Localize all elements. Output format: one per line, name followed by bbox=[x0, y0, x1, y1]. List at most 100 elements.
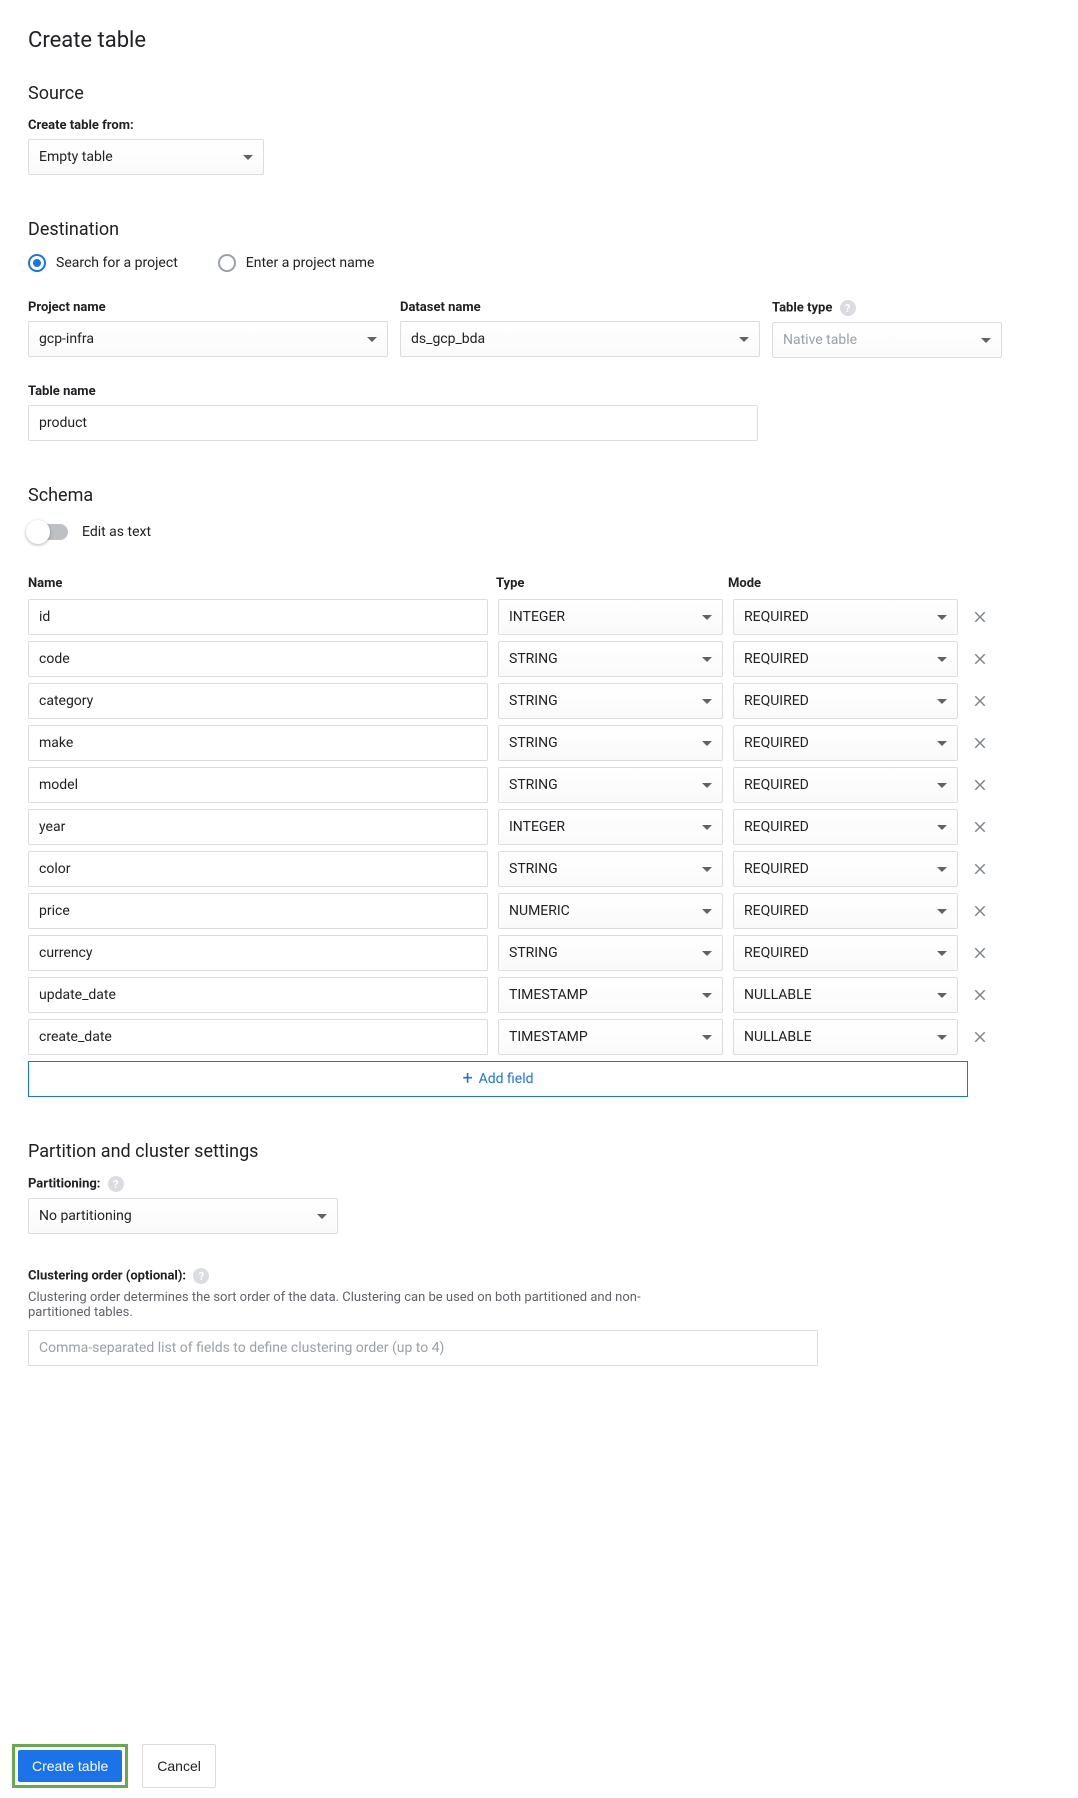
remove-field-button[interactable] bbox=[968, 731, 992, 755]
field-type-select[interactable]: STRING bbox=[498, 641, 723, 677]
help-icon[interactable]: ? bbox=[108, 1176, 124, 1192]
field-mode-select[interactable]: REQUIRED bbox=[733, 641, 958, 677]
field-mode-select[interactable]: NULLABLE bbox=[733, 977, 958, 1013]
table-type-value: Native table bbox=[783, 332, 857, 348]
table-type-label-text: Table type bbox=[772, 301, 832, 316]
close-icon bbox=[971, 608, 989, 626]
edit-as-text-toggle[interactable] bbox=[28, 524, 68, 540]
field-name-input[interactable]: color bbox=[28, 851, 488, 887]
field-mode-value: REQUIRED bbox=[744, 945, 809, 961]
schema-col-mode: Mode bbox=[728, 576, 960, 591]
schema-field-row: id INTEGER REQUIRED bbox=[28, 599, 1050, 635]
field-mode-select[interactable]: REQUIRED bbox=[733, 725, 958, 761]
table-type-label: Table type ? bbox=[772, 300, 1002, 316]
field-mode-select[interactable]: REQUIRED bbox=[733, 893, 958, 929]
remove-field-button[interactable] bbox=[968, 605, 992, 629]
field-type-value: TIMESTAMP bbox=[509, 1029, 588, 1045]
field-type-select[interactable]: STRING bbox=[498, 767, 723, 803]
field-mode-select[interactable]: NULLABLE bbox=[733, 1019, 958, 1055]
field-name-input[interactable]: make bbox=[28, 725, 488, 761]
field-name-input[interactable]: category bbox=[28, 683, 488, 719]
create-table-from-value: Empty table bbox=[39, 149, 113, 165]
field-name-value: model bbox=[39, 777, 78, 793]
field-name-input[interactable]: create_date bbox=[28, 1019, 488, 1055]
field-type-select[interactable]: INTEGER bbox=[498, 809, 723, 845]
close-icon bbox=[971, 944, 989, 962]
remove-field-button[interactable] bbox=[968, 983, 992, 1007]
partition-section: Partition and cluster settings Partition… bbox=[28, 1141, 1050, 1366]
partitioning-label-text: Partitioning: bbox=[28, 1177, 100, 1192]
field-type-value: STRING bbox=[509, 777, 558, 793]
table-name-value: product bbox=[39, 415, 87, 431]
field-mode-select[interactable]: REQUIRED bbox=[733, 809, 958, 845]
field-name-value: year bbox=[39, 819, 65, 835]
field-type-select[interactable]: STRING bbox=[498, 683, 723, 719]
remove-field-button[interactable] bbox=[968, 773, 992, 797]
field-name-value: price bbox=[39, 903, 70, 919]
field-type-value: STRING bbox=[509, 945, 558, 961]
add-field-button[interactable]: + Add field bbox=[28, 1061, 968, 1097]
field-name-input[interactable]: code bbox=[28, 641, 488, 677]
schema-field-row: price NUMERIC REQUIRED bbox=[28, 893, 1050, 929]
chevron-down-icon bbox=[317, 1214, 327, 1219]
clustering-help-text: Clustering order determines the sort ord… bbox=[28, 1290, 688, 1320]
chevron-down-icon bbox=[702, 909, 712, 914]
field-mode-select[interactable]: REQUIRED bbox=[733, 599, 958, 635]
radio-selected-icon bbox=[28, 254, 46, 272]
field-name-value: id bbox=[39, 609, 50, 625]
close-icon bbox=[971, 818, 989, 836]
remove-field-button[interactable] bbox=[968, 857, 992, 881]
field-mode-value: REQUIRED bbox=[744, 609, 809, 625]
field-mode-select[interactable]: REQUIRED bbox=[733, 683, 958, 719]
field-type-select[interactable]: INTEGER bbox=[498, 599, 723, 635]
radio-enter-project[interactable]: Enter a project name bbox=[218, 254, 375, 272]
field-mode-select[interactable]: REQUIRED bbox=[733, 935, 958, 971]
field-name-value: create_date bbox=[39, 1029, 112, 1045]
field-mode-select[interactable]: REQUIRED bbox=[733, 767, 958, 803]
field-name-input[interactable]: update_date bbox=[28, 977, 488, 1013]
field-mode-value: REQUIRED bbox=[744, 777, 809, 793]
chevron-down-icon bbox=[937, 909, 947, 914]
partitioning-value: No partitioning bbox=[39, 1208, 132, 1224]
field-name-input[interactable]: model bbox=[28, 767, 488, 803]
chevron-down-icon bbox=[937, 615, 947, 620]
field-type-select[interactable]: TIMESTAMP bbox=[498, 1019, 723, 1055]
chevron-down-icon bbox=[702, 993, 712, 998]
table-type-select[interactable]: Native table bbox=[772, 322, 1002, 358]
field-name-input[interactable]: id bbox=[28, 599, 488, 635]
source-section: Source Create table from: Empty table bbox=[28, 83, 1050, 175]
project-name-select[interactable]: gcp-infra bbox=[28, 321, 388, 357]
field-type-select[interactable]: STRING bbox=[498, 725, 723, 761]
schema-col-name: Name bbox=[28, 576, 496, 591]
dataset-name-select[interactable]: ds_gcp_bda bbox=[400, 321, 760, 357]
field-name-input[interactable]: year bbox=[28, 809, 488, 845]
help-icon[interactable]: ? bbox=[840, 300, 856, 316]
create-table-from-select[interactable]: Empty table bbox=[28, 139, 264, 175]
remove-field-button[interactable] bbox=[968, 815, 992, 839]
field-mode-value: REQUIRED bbox=[744, 861, 809, 877]
create-table-button[interactable]: Create table bbox=[18, 1750, 122, 1782]
field-type-select[interactable]: TIMESTAMP bbox=[498, 977, 723, 1013]
remove-field-button[interactable] bbox=[968, 941, 992, 965]
remove-field-button[interactable] bbox=[968, 647, 992, 671]
clustering-order-input[interactable]: Comma-separated list of fields to define… bbox=[28, 1330, 818, 1366]
close-icon bbox=[971, 902, 989, 920]
field-name-input[interactable]: price bbox=[28, 893, 488, 929]
cancel-button[interactable]: Cancel bbox=[142, 1744, 216, 1788]
table-name-input[interactable]: product bbox=[28, 405, 758, 441]
chevron-down-icon bbox=[937, 867, 947, 872]
field-type-select[interactable]: STRING bbox=[498, 851, 723, 887]
partitioning-select[interactable]: No partitioning bbox=[28, 1198, 338, 1234]
radio-search-project[interactable]: Search for a project bbox=[28, 254, 178, 272]
field-name-input[interactable]: currency bbox=[28, 935, 488, 971]
field-type-select[interactable]: NUMERIC bbox=[498, 893, 723, 929]
chevron-down-icon bbox=[937, 657, 947, 662]
field-mode-select[interactable]: REQUIRED bbox=[733, 851, 958, 887]
remove-field-button[interactable] bbox=[968, 1025, 992, 1049]
help-icon[interactable]: ? bbox=[193, 1268, 209, 1284]
chevron-down-icon bbox=[702, 867, 712, 872]
remove-field-button[interactable] bbox=[968, 899, 992, 923]
remove-field-button[interactable] bbox=[968, 689, 992, 713]
chevron-down-icon bbox=[702, 783, 712, 788]
field-type-select[interactable]: STRING bbox=[498, 935, 723, 971]
